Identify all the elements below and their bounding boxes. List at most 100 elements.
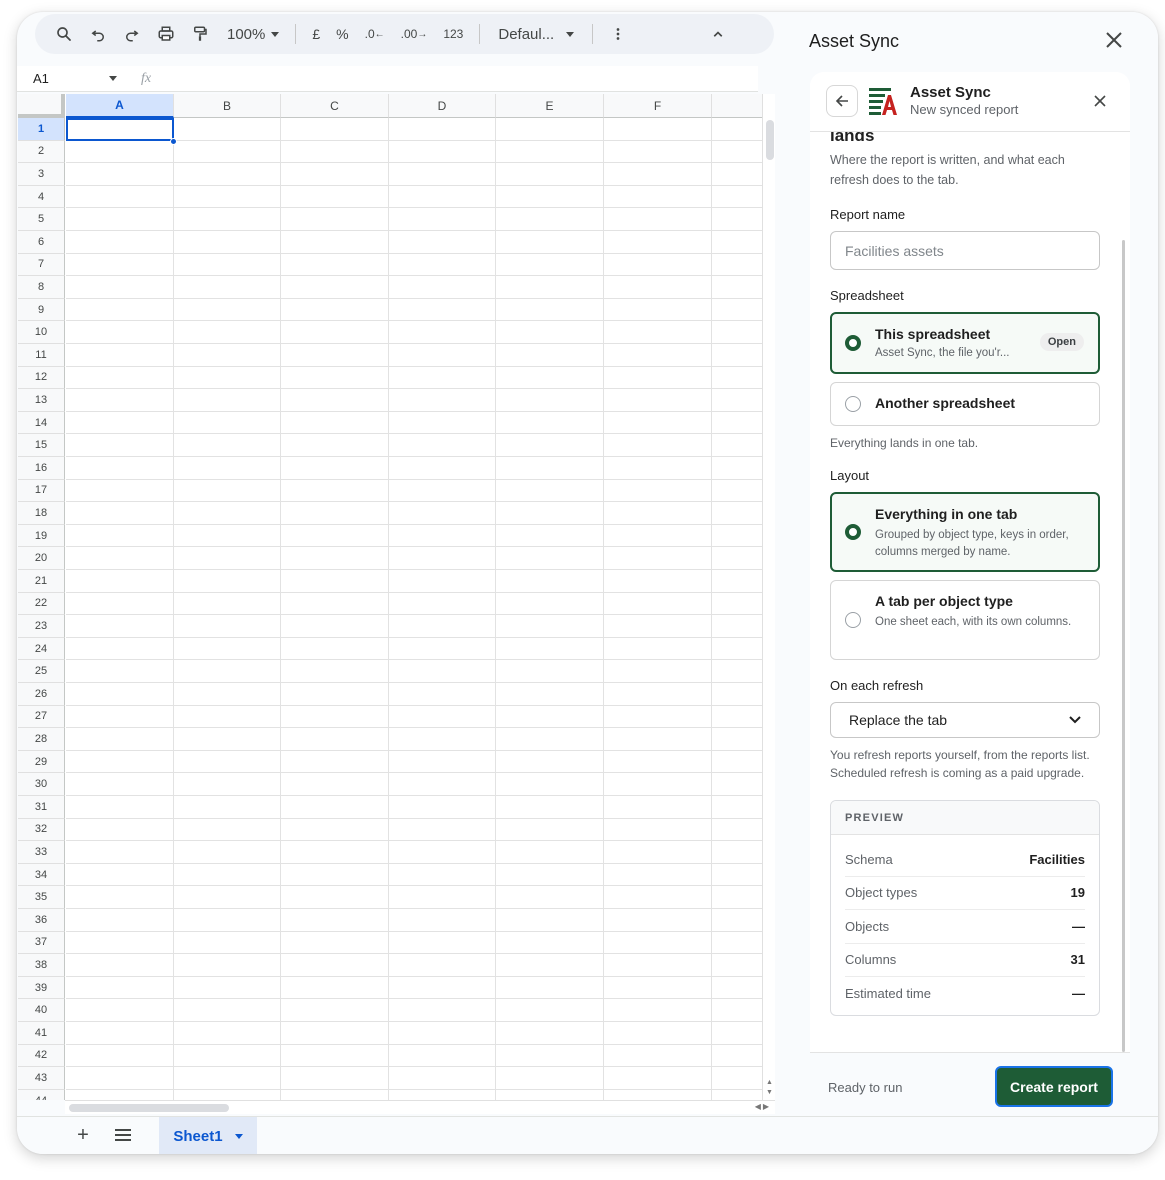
radio-selected[interactable]	[845, 524, 861, 540]
row-header[interactable]: 12	[18, 366, 65, 390]
search-menus-button[interactable]	[47, 18, 81, 50]
row-header[interactable]: 23	[18, 615, 65, 638]
redo-icon	[126, 30, 139, 42]
row-header[interactable]: 1	[18, 118, 65, 141]
row-header[interactable]: 13	[18, 389, 65, 412]
report-name-input[interactable]: Facilities assets	[830, 231, 1100, 270]
card-scroll-area[interactable]: lands Where the report is written, and w…	[810, 132, 1130, 1052]
row-header[interactable]: 14	[18, 411, 65, 435]
row-header[interactable]: 2	[18, 140, 65, 164]
select-all-corner[interactable]	[18, 94, 65, 118]
column-header[interactable]: A	[66, 94, 174, 118]
horizontal-scrollbar[interactable]: ◀▶	[65, 1100, 775, 1114]
row-header[interactable]: 42	[18, 1044, 65, 1068]
collapse-toolbar-button[interactable]	[701, 18, 735, 50]
row-header[interactable]: 25	[18, 660, 65, 683]
more-options-button[interactable]	[601, 18, 635, 50]
undo-button[interactable]	[81, 18, 115, 50]
currency-format-button[interactable]: £	[304, 18, 328, 50]
row-header[interactable]: 19	[18, 524, 65, 548]
row-header[interactable]: 38	[18, 954, 65, 977]
row-header[interactable]: 28	[18, 728, 65, 751]
name-box[interactable]: A1	[17, 71, 127, 86]
row-header[interactable]: 4	[18, 185, 65, 209]
font-select[interactable]: Defaul...	[488, 18, 584, 50]
column-header[interactable]: E	[496, 94, 604, 118]
row-header[interactable]: 6	[18, 231, 65, 254]
column-header[interactable]: F	[604, 94, 712, 118]
more-formats-button[interactable]: 123	[435, 18, 471, 50]
fill-handle[interactable]	[170, 138, 177, 145]
row-header[interactable]: 26	[18, 683, 65, 706]
row-header[interactable]: 9	[18, 298, 65, 322]
radio-unselected[interactable]	[845, 612, 861, 628]
open-badge[interactable]: Open	[1039, 333, 1084, 351]
back-button[interactable]	[826, 85, 858, 117]
zoom-select[interactable]: 100%	[217, 18, 287, 50]
column-header[interactable]: D	[389, 94, 496, 118]
row-header[interactable]: 10	[18, 321, 65, 344]
sheet-tab[interactable]: Sheet1	[159, 1117, 257, 1154]
option-another-spreadsheet[interactable]: Another spreadsheet	[830, 382, 1100, 426]
row-header[interactable]: 3	[18, 163, 65, 186]
row-header[interactable]: 35	[18, 886, 65, 909]
row-header[interactable]: 34	[18, 863, 65, 887]
row-header[interactable]: 22	[18, 592, 65, 616]
percent-format-button[interactable]: %	[328, 18, 356, 50]
radio-unselected[interactable]	[845, 396, 861, 412]
row-header[interactable]: 36	[18, 909, 65, 932]
row-header[interactable]: 31	[18, 796, 65, 819]
radio-selected[interactable]	[845, 335, 861, 351]
row-header[interactable]: 27	[18, 705, 65, 729]
chevron-down-icon[interactable]	[234, 1133, 243, 1139]
row-header[interactable]: 7	[18, 253, 65, 277]
row-header[interactable]: 41	[18, 1022, 65, 1045]
print-button[interactable]	[149, 18, 183, 50]
card-scrollbar[interactable]	[1122, 240, 1125, 1052]
row-header[interactable]: 11	[18, 344, 65, 367]
row-header[interactable]: 32	[18, 818, 65, 842]
option-tab-per-type[interactable]: A tab per object type One sheet each, wi…	[830, 580, 1100, 660]
option-one-tab[interactable]: Everything in one tab Grouped by object …	[830, 492, 1100, 572]
row-header[interactable]: 37	[18, 931, 65, 955]
add-sheet-button[interactable]: +	[73, 1125, 93, 1145]
all-sheets-button[interactable]	[115, 1129, 131, 1141]
more-vert-icon	[616, 28, 620, 40]
option-this-spreadsheet[interactable]: This spreadsheet Asset Sync, the file yo…	[830, 312, 1100, 374]
row-header[interactable]: 44	[18, 1089, 65, 1100]
column-header[interactable]: B	[174, 94, 281, 118]
decrease-decimal-button[interactable]: .0 ←	[357, 18, 393, 50]
row-gridline	[66, 275, 762, 277]
row-header[interactable]: 21	[18, 570, 65, 593]
refresh-select[interactable]: Replace the tab	[830, 702, 1100, 738]
row-header[interactable]: 29	[18, 750, 65, 774]
row-header[interactable]: 15	[18, 434, 65, 457]
row-header[interactable]: 33	[18, 841, 65, 864]
row-header[interactable]: 24	[18, 637, 65, 661]
redo-button[interactable]	[115, 18, 149, 50]
row-header[interactable]: 5	[18, 208, 65, 231]
scroll-arrows[interactable]: ▲ ▼	[763, 1078, 776, 1098]
column-header-partial[interactable]	[712, 94, 762, 118]
row-header[interactable]: 18	[18, 502, 65, 525]
paint-format-button[interactable]	[183, 18, 217, 50]
row-header[interactable]: 43	[18, 1067, 65, 1090]
increase-decimal-button[interactable]: .00 →	[393, 18, 436, 50]
vertical-scrollbar[interactable]: ▲ ▼	[762, 94, 775, 1100]
close-icon[interactable]	[1093, 94, 1107, 108]
row-header[interactable]: 30	[18, 773, 65, 796]
scroll-arrows[interactable]: ◀▶	[755, 1102, 771, 1111]
close-icon[interactable]	[1104, 30, 1124, 50]
create-report-button[interactable]: Create report	[995, 1066, 1113, 1107]
row-header[interactable]: 8	[18, 276, 65, 299]
row-header[interactable]: 39	[18, 976, 65, 1000]
column-header[interactable]: C	[281, 94, 389, 118]
row-header[interactable]: 16	[18, 457, 65, 480]
row-header[interactable]: 17	[18, 479, 65, 503]
vertical-scroll-thumb[interactable]	[766, 120, 774, 160]
horizontal-scroll-thumb[interactable]	[69, 1104, 229, 1112]
row-header[interactable]: 20	[18, 547, 65, 570]
spreadsheet-grid[interactable]: A B C D E F 1 2 3 4 5 6 7 8 9 10 11 12 13 14 15 16 17 18 19 20 21 2…	[18, 94, 762, 1100]
row-header[interactable]: 40	[18, 999, 65, 1022]
selected-cell[interactable]	[66, 118, 174, 141]
